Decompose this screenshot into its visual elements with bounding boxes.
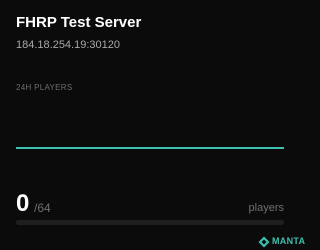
server-address: 184.18.254.19:30120	[16, 39, 120, 51]
server-card: FHRP Test Server 184.18.254.19:30120 24H…	[0, 0, 305, 250]
brand-logo[interactable]: MANTA	[258, 235, 306, 248]
player-history-svg	[16, 147, 284, 149]
player-count-row: 0 /64 players	[16, 190, 284, 218]
player-history-chart	[16, 100, 284, 150]
max-players: /64	[34, 201, 51, 215]
current-players: 0	[16, 190, 30, 217]
server-name: FHRP Test Server	[16, 14, 142, 31]
brand-text: MANTA	[272, 236, 306, 246]
manta-logo-icon	[258, 235, 270, 248]
players-label: players	[248, 202, 284, 214]
player-progress-bar	[16, 220, 284, 225]
chart-label: 24H PLAYERS	[16, 83, 73, 92]
